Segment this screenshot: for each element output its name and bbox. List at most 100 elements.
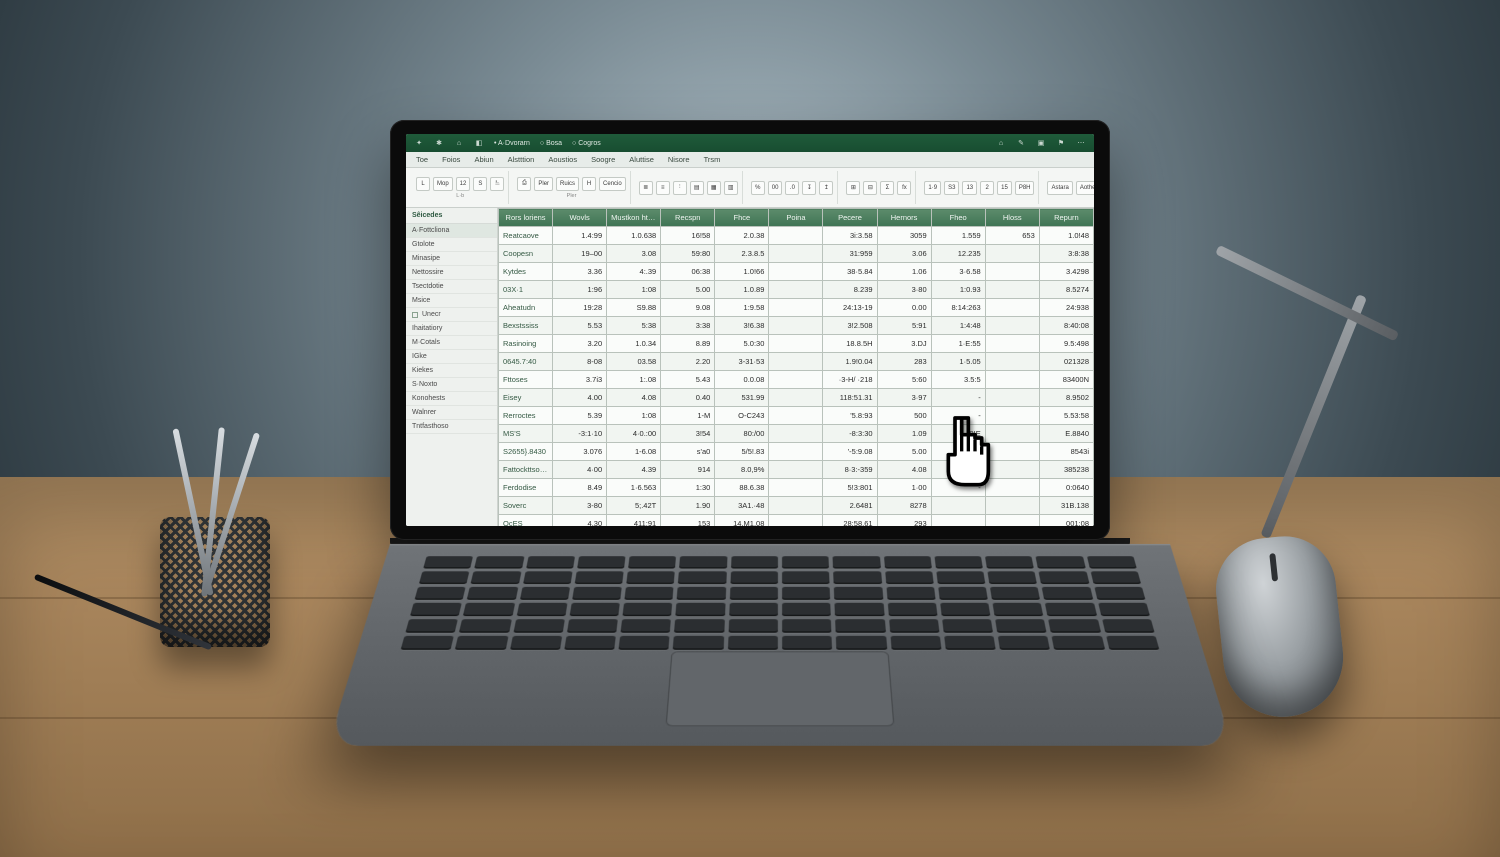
menu-item[interactable]: Trsm: [704, 155, 721, 164]
cell[interactable]: [985, 281, 1039, 299]
cell[interactable]: 2.20: [661, 353, 715, 371]
ribbon-button[interactable]: ▤: [690, 181, 704, 195]
cell[interactable]: 3.4298: [1039, 263, 1093, 281]
panel-item[interactable]: A·Fottcliona: [406, 224, 497, 238]
panel-item[interactable]: Msice: [406, 294, 497, 308]
cell[interactable]: 80:/00: [715, 425, 769, 443]
ribbon-button[interactable]: ▦: [707, 181, 721, 195]
cell[interactable]: 5:38: [607, 317, 661, 335]
cell[interactable]: 9.08: [661, 299, 715, 317]
cell[interactable]: 500: [877, 407, 931, 425]
panel-item[interactable]: IGke: [406, 350, 497, 364]
cell[interactable]: 001:08: [1039, 515, 1093, 527]
ribbon-button[interactable]: ⊞: [846, 181, 860, 195]
ribbon-button[interactable]: Astara: [1047, 181, 1072, 195]
cell[interactable]: 1:96: [553, 281, 607, 299]
cell[interactable]: [985, 335, 1039, 353]
titlebar-icon[interactable]: ✱: [434, 139, 444, 147]
table-row[interactable]: Kytdes3.364:.3906:381.0!6638·5.841.063·6…: [499, 263, 1094, 281]
table-row[interactable]: Rasinoing3.201.0.348.895.0:3018.8.5H3.DJ…: [499, 335, 1094, 353]
cell[interactable]: '5.8:93: [823, 407, 877, 425]
cell[interactable]: ·3-H/ ·218: [823, 371, 877, 389]
cell[interactable]: 1:0.93: [931, 281, 985, 299]
table-row[interactable]: Ferdodise8.491·6.5631:3088.6.385!3:8011·…: [499, 479, 1094, 497]
column-header[interactable]: Pecere: [823, 209, 877, 227]
cell[interactable]: 4.08: [877, 461, 931, 479]
ribbon-button[interactable]: 00: [768, 181, 783, 195]
panel-item[interactable]: Minasipe: [406, 252, 497, 266]
cell[interactable]: Aheatudn: [499, 299, 553, 317]
cell[interactable]: [769, 227, 823, 245]
cell[interactable]: 3!2.508: [823, 317, 877, 335]
cell[interactable]: 2.0.38: [715, 227, 769, 245]
cell[interactable]: -8:3:30: [823, 425, 877, 443]
column-header[interactable]: Fheo: [931, 209, 985, 227]
cell[interactable]: [985, 461, 1039, 479]
cell[interactable]: 1·E:55: [931, 335, 985, 353]
cell[interactable]: [769, 263, 823, 281]
cell[interactable]: 03.58: [607, 353, 661, 371]
ribbon-button[interactable]: ⎁: [490, 177, 504, 191]
ribbon-button[interactable]: H: [582, 177, 596, 191]
cell[interactable]: 8.0,9%: [715, 461, 769, 479]
cell[interactable]: 5.43: [661, 371, 715, 389]
menu-item[interactable]: Nisore: [668, 155, 690, 164]
cell[interactable]: 1:30: [661, 479, 715, 497]
ribbon-button[interactable]: Ruics: [556, 177, 579, 191]
ribbon-button[interactable]: ⫶: [673, 181, 687, 195]
cell[interactable]: 1.559: [931, 227, 985, 245]
cell[interactable]: O-C243: [715, 407, 769, 425]
titlebar-icon[interactable]: ⌂: [996, 140, 1006, 147]
cell[interactable]: [769, 497, 823, 515]
cell[interactable]: 1·6.563: [607, 479, 661, 497]
cell[interactable]: 1:4:48: [931, 317, 985, 335]
cell[interactable]: 1:08: [607, 281, 661, 299]
cell[interactable]: -: [931, 479, 985, 497]
menu-item[interactable]: Aluttise: [629, 155, 654, 164]
cell[interactable]: 8278: [877, 497, 931, 515]
panel-item[interactable]: Tsectdotie: [406, 280, 497, 294]
cell[interactable]: [769, 245, 823, 263]
titlebar-icon[interactable]: ✎: [1016, 139, 1026, 147]
table-row[interactable]: OcES4.30411:9115314.M1.0828:58.61293001:…: [499, 515, 1094, 527]
cell[interactable]: 1.0.638: [607, 227, 661, 245]
cell[interactable]: 5.53:58: [1039, 407, 1093, 425]
cell[interactable]: [985, 443, 1039, 461]
titlebar-icon[interactable]: ▣: [1036, 139, 1046, 147]
cell[interactable]: 19:28: [553, 299, 607, 317]
ribbon-button[interactable]: ↥: [819, 181, 833, 195]
cell[interactable]: 5.00: [661, 281, 715, 299]
cell[interactable]: 5:60: [877, 371, 931, 389]
cell[interactable]: -: [931, 461, 985, 479]
cell[interactable]: [985, 497, 1039, 515]
cell[interactable]: [769, 443, 823, 461]
cell[interactable]: 1.0!66: [715, 263, 769, 281]
table-row[interactable]: Soverc3-805;.42T1.903A1.·482.6481827831B…: [499, 497, 1094, 515]
cell[interactable]: [985, 425, 1039, 443]
ribbon-button[interactable]: Mop: [433, 177, 453, 191]
cell[interactable]: 5:91: [877, 317, 931, 335]
cell[interactable]: 4·0.:00: [607, 425, 661, 443]
table-row[interactable]: 03X·11:961:085.001.0.898.2393·801:0.938.…: [499, 281, 1094, 299]
cell[interactable]: 0645.7:40: [499, 353, 553, 371]
column-header[interactable]: Recspn: [661, 209, 715, 227]
titlebar-item[interactable]: ○ Cogros: [572, 140, 601, 147]
cell[interactable]: 021328: [1039, 353, 1093, 371]
cell[interactable]: 24:13-19: [823, 299, 877, 317]
cell[interactable]: 28:58.61: [823, 515, 877, 527]
cell[interactable]: 2.3.8.5: [715, 245, 769, 263]
cell[interactable]: 1.0.89: [715, 281, 769, 299]
cell[interactable]: 1:.08: [607, 371, 661, 389]
cell[interactable]: [769, 335, 823, 353]
ribbon-button[interactable]: Σ: [880, 181, 894, 195]
cell[interactable]: 4·00: [553, 461, 607, 479]
table-row[interactable]: Rerroctes5.391:081-MO-C243'5.8:93500-5.5…: [499, 407, 1094, 425]
cell[interactable]: 8·3:-359: [823, 461, 877, 479]
cell[interactable]: [769, 461, 823, 479]
cell[interactable]: 3·80: [877, 281, 931, 299]
ribbon-button[interactable]: ≡: [656, 181, 670, 195]
cell[interactable]: [985, 263, 1039, 281]
cell[interactable]: [985, 317, 1039, 335]
cell[interactable]: 3.06: [877, 245, 931, 263]
menu-item[interactable]: Abiun: [474, 155, 493, 164]
